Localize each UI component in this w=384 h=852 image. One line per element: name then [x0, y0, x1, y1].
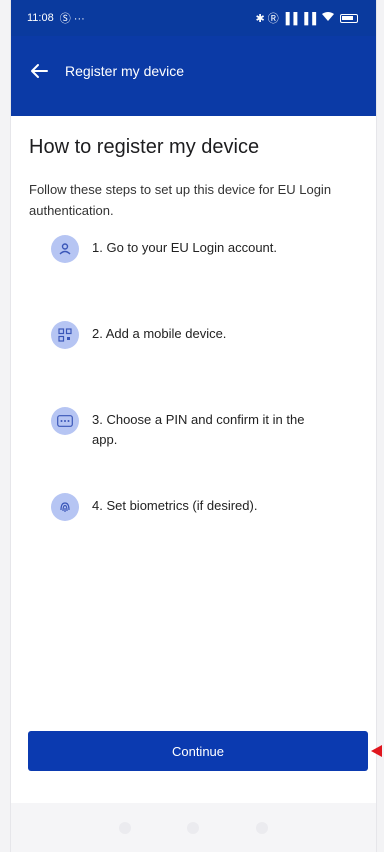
step-text: 2. Add a mobile device. [92, 326, 227, 341]
phone-screen: 11:08 Ⓢ ··· ✱ Ⓡ ▐▐ ▐▐ Register my device… [10, 0, 377, 852]
step-text: 4. Set biometrics (if desired). [92, 498, 258, 513]
status-system-icons: ✱ Ⓡ ▐▐ ▐▐ [255, 13, 316, 25]
steps-list: 1. Go to your EU Login account. 2. Add a… [29, 235, 358, 579]
back-arrow-icon[interactable] [27, 59, 51, 83]
status-notification-icons: Ⓢ ··· [59, 13, 85, 25]
step-text: 1. Go to your EU Login account. [92, 240, 277, 255]
account-icon [51, 235, 79, 263]
step-item: 1. Go to your EU Login account. [51, 235, 358, 321]
nav-recent-icon[interactable] [255, 821, 268, 834]
page-title: How to register my device [29, 136, 260, 158]
fingerprint-icon [51, 493, 79, 521]
system-nav-bar [11, 803, 376, 852]
app-bar: Register my device [11, 36, 376, 116]
step-item: 4. Set biometrics (if desired). [51, 493, 358, 579]
continue-button[interactable]: Continue [28, 731, 368, 771]
annotation-arrow-icon [371, 745, 382, 757]
app-bar-title: Register my device [65, 63, 185, 79]
qr-code-icon [51, 321, 79, 349]
nav-back-icon[interactable] [119, 821, 132, 834]
main-content: How to register my device Follow these s… [11, 116, 376, 579]
wifi-icon [321, 11, 335, 25]
step-item: 3. Choose a PIN and confirm it in the ap… [51, 407, 358, 493]
battery-icon [340, 13, 358, 23]
step-item: 2. Add a mobile device. [51, 321, 358, 407]
pin-icon [51, 407, 79, 435]
status-time: 11:08 [27, 12, 54, 24]
nav-home-icon[interactable] [187, 821, 200, 834]
status-bar: 11:08 Ⓢ ··· ✱ Ⓡ ▐▐ ▐▐ [11, 0, 376, 36]
intro-text: Follow these steps to set up this device… [29, 182, 332, 218]
step-text: 3. Choose a PIN and confirm it in the ap… [92, 412, 305, 447]
